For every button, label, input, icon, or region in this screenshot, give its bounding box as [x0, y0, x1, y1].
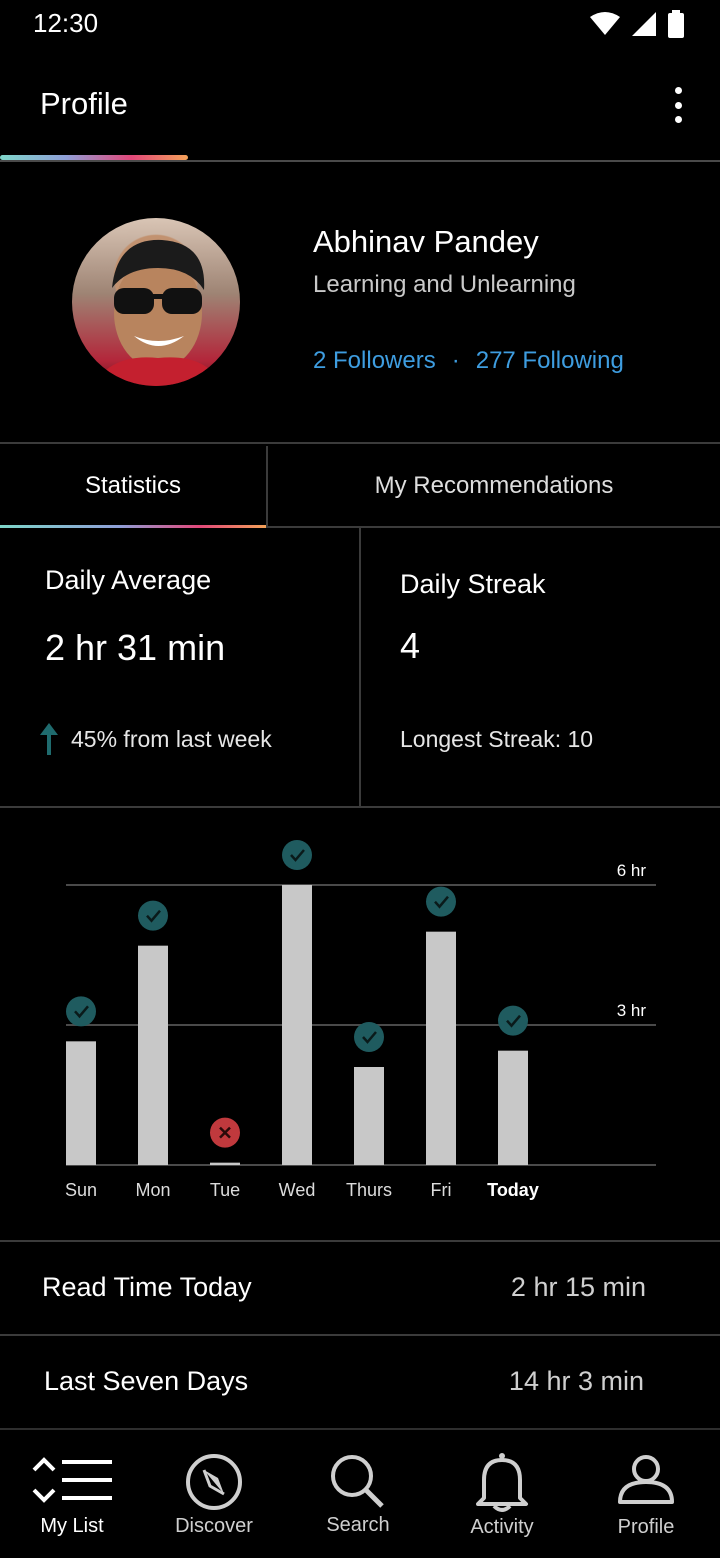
following-link[interactable]: 277 Following: [476, 347, 624, 375]
y-tick-label: 3 hr: [617, 1001, 647, 1020]
search-icon: [331, 1455, 384, 1508]
daily-average-label: Daily Average: [45, 565, 212, 595]
x-tick-label: Thurs: [346, 1180, 392, 1200]
check-icon: [426, 886, 456, 917]
compass-icon: [186, 1454, 242, 1510]
status-bar: 12:30: [0, 0, 720, 50]
x-tick-label: Fri: [431, 1180, 452, 1200]
daily-streak-label: Daily Streak: [400, 569, 546, 599]
bell-icon: [476, 1453, 528, 1512]
stats-separator: [359, 528, 361, 808]
page-progress-indicator: [0, 155, 188, 160]
page-title: Profile: [40, 86, 128, 121]
nav-label: Discover: [175, 1515, 253, 1537]
chart-svg: 3 hr 6 hr Sun Mon Tue Wed Thurs Fri Today: [65, 840, 656, 1200]
signal-icon: [632, 12, 656, 36]
follow-stats: 2 Followers · 277 Following: [313, 347, 624, 375]
nav-label: My List: [40, 1515, 104, 1537]
daily-average-change: 45% from last week: [71, 726, 272, 752]
followers-link[interactable]: 2 Followers: [313, 347, 436, 375]
chart-bar: [426, 931, 456, 1165]
tab-my-recommendations[interactable]: My Recommendations: [268, 446, 720, 526]
stats-bottom-divider: [0, 806, 720, 808]
nav-label: Profile: [617, 1516, 675, 1538]
summary-divider: [0, 1334, 720, 1336]
app-bar-divider: [0, 160, 720, 162]
arrow-up-icon: [40, 723, 58, 755]
avatar[interactable]: [72, 218, 240, 386]
x-tick-label: Tue: [210, 1180, 240, 1200]
follow-separator: ·: [451, 347, 460, 374]
person-icon: [618, 1455, 674, 1504]
avatar-image: [92, 239, 222, 386]
wifi-icon: [590, 12, 620, 35]
check-icon: [66, 996, 96, 1027]
chart-bar: [66, 1041, 96, 1165]
more-options-icon[interactable]: [666, 87, 690, 123]
x-tick-label: Sun: [65, 1180, 97, 1200]
nav-discover[interactable]: Discover: [142, 1430, 286, 1558]
status-icons: [590, 10, 684, 38]
x-tick-label: Today: [487, 1180, 539, 1200]
nav-my-list[interactable]: My List: [0, 1430, 144, 1558]
app-bar: Profile: [0, 60, 720, 160]
last-seven-days-value: 14 hr 3 min: [508, 1366, 644, 1396]
nav-profile[interactable]: Profile: [574, 1430, 718, 1558]
profile-bio: Learning and Unlearning: [313, 271, 576, 298]
daily-streak-value: 4: [400, 625, 421, 666]
battery-icon: [668, 10, 684, 38]
nav-label: Search: [326, 1514, 390, 1536]
check-icon: [498, 1005, 528, 1036]
check-icon: [354, 1022, 384, 1052]
chart-bottom-divider: [0, 1240, 720, 1242]
x-tick-label: Mon: [135, 1180, 170, 1200]
section-divider: [0, 442, 720, 444]
check-icon: [282, 840, 312, 870]
read-time-today-label: Read Time Today: [42, 1272, 252, 1302]
status-time: 12:30: [33, 8, 99, 38]
nav-activity[interactable]: Activity: [430, 1430, 574, 1558]
check-icon: [138, 900, 168, 931]
weekly-reading-chart: 3 hr 6 hr Sun Mon Tue Wed Thurs Fri Today: [0, 810, 720, 1240]
chart-bar: [498, 1050, 528, 1165]
chart-bar: [282, 885, 312, 1165]
chart-bar: [138, 945, 168, 1165]
y-tick-label: 6 hr: [617, 861, 647, 880]
tab-statistics[interactable]: Statistics: [0, 446, 266, 526]
daily-average-value: 2 hr 31 min: [45, 627, 226, 668]
profile-name: Abhinav Pandey: [313, 224, 539, 259]
nav-search[interactable]: Search: [286, 1430, 430, 1558]
list-icon: [32, 1457, 112, 1503]
last-seven-days-label: Last Seven Days: [44, 1366, 249, 1396]
longest-streak: Longest Streak: 10: [400, 726, 594, 752]
x-tick-label: Wed: [279, 1180, 316, 1200]
active-tab-indicator: [0, 525, 266, 528]
read-time-today-value: 2 hr 15 min: [510, 1272, 646, 1302]
chart-bar: [210, 1162, 240, 1165]
bottom-navigation: My List Discover Search Activity Profile: [0, 1430, 720, 1558]
nav-label: Activity: [470, 1516, 534, 1538]
chart-bar: [354, 1067, 384, 1165]
